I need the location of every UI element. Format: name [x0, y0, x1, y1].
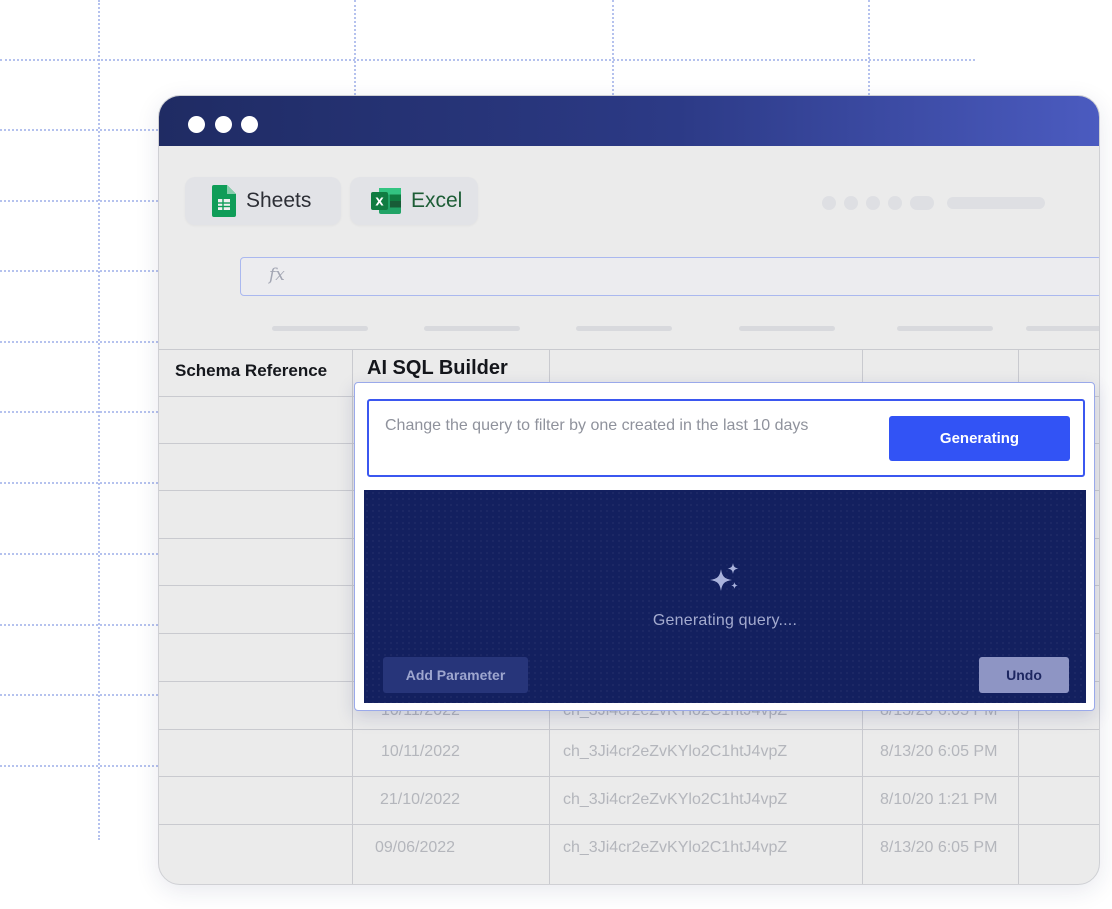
query-result-area: Generating query.... Add Parameter Undo	[364, 490, 1086, 703]
window-dot-icon[interactable]	[241, 116, 258, 133]
table-cell-id: ch_3Ji4cr2eZvKYlo2C1htJ4vpZ	[563, 743, 788, 760]
background-grid-line	[0, 129, 158, 131]
table-cell-date: 10/11/2022	[381, 743, 460, 760]
table-cell-id: ch_3Ji4cr2eZvKYlo2C1htJ4vpZ	[563, 791, 788, 808]
generate-button[interactable]: Generating	[889, 416, 1070, 461]
sheet-row-line	[159, 776, 1099, 777]
formula-bar[interactable]: fx	[240, 257, 1099, 296]
column-header-placeholder	[739, 326, 835, 331]
microsoft-excel-icon: X	[371, 188, 401, 214]
background-grid-line	[0, 411, 158, 413]
add-parameter-button[interactable]: Add Parameter	[383, 657, 528, 693]
table-cell-id: ch_3Ji4cr2eZvKYlo2C1htJ4vpZ	[563, 839, 788, 856]
window-dot-icon[interactable]	[215, 116, 232, 133]
table-cell-date: 21/10/2022	[380, 791, 461, 808]
query-prompt-text: Change the query to filter by one create…	[385, 417, 809, 434]
table-cell-time: 8/13/20 6:05 PM	[880, 839, 998, 856]
background-grid-line	[0, 59, 975, 61]
excel-tab-label: Excel	[411, 189, 463, 212]
sheet-column-line	[352, 350, 353, 884]
ai-sql-builder-panel: Change the query to filter by one create…	[354, 382, 1095, 711]
column-header-placeholder	[424, 326, 520, 331]
svg-text:X: X	[375, 196, 384, 209]
table-cell-time: 8/10/20 1:21 PM	[880, 791, 998, 808]
background-grid-line	[0, 765, 158, 767]
skeleton-placeholder	[844, 196, 858, 210]
sheets-tab[interactable]: Sheets	[185, 177, 341, 225]
skeleton-placeholder	[822, 196, 836, 210]
sheet-row-line	[159, 824, 1099, 825]
ai-sql-builder-header: AI SQL Builder	[367, 357, 508, 379]
background-grid-line	[0, 482, 158, 484]
undo-button[interactable]: Undo	[979, 657, 1069, 693]
background-grid-line	[0, 200, 158, 202]
generating-status-text: Generating query....	[652, 612, 798, 629]
sparkle-icon	[710, 563, 739, 591]
table-cell-time: 8/13/20 6:05 PM	[880, 743, 998, 760]
skeleton-placeholder	[888, 196, 902, 210]
background-grid-line	[0, 694, 158, 696]
window-dot-icon[interactable]	[188, 116, 205, 133]
background-grid-line	[98, 0, 100, 840]
query-prompt-input[interactable]: Change the query to filter by one create…	[367, 399, 1085, 477]
sheets-tab-label: Sheets	[246, 189, 312, 212]
excel-tab[interactable]: X Excel	[350, 177, 478, 225]
skeleton-placeholder	[866, 196, 880, 210]
column-header-placeholder	[272, 326, 368, 331]
column-header-placeholder	[1026, 326, 1099, 331]
background-grid-line	[354, 0, 356, 95]
sheet-row-line	[159, 349, 1099, 350]
sheet-row-line	[159, 729, 1099, 730]
skeleton-placeholder	[947, 197, 1045, 209]
column-header-placeholder	[897, 326, 993, 331]
column-header-placeholder	[576, 326, 672, 331]
title-bar	[159, 96, 1099, 146]
background-grid-line	[0, 553, 158, 555]
schema-reference-header: Schema Reference	[175, 361, 328, 380]
background-grid-line	[868, 0, 870, 95]
background-grid-line	[0, 341, 158, 343]
background-grid-line	[0, 270, 158, 272]
google-sheets-icon	[212, 185, 236, 217]
table-cell-date: 09/06/2022	[375, 839, 456, 856]
background-grid-line	[612, 0, 614, 95]
skeleton-placeholder	[910, 196, 934, 210]
background-grid-line	[0, 624, 158, 626]
function-fx-icon: fx	[269, 265, 285, 285]
